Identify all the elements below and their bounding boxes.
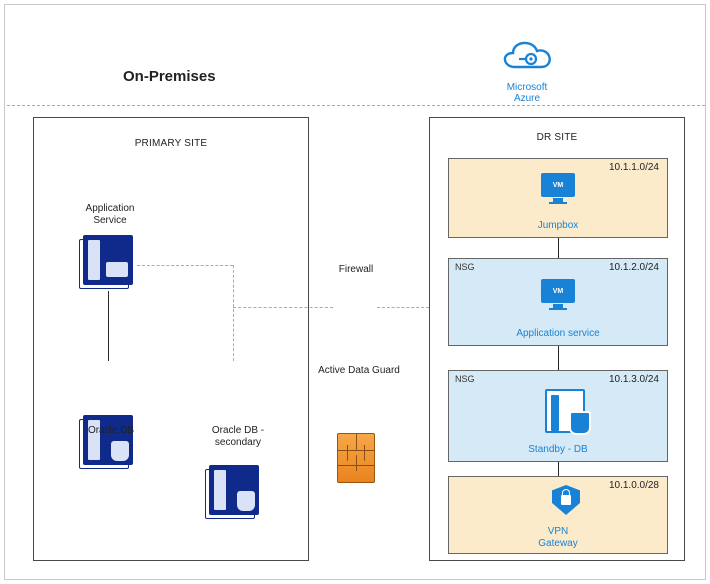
vpn-cidr: 10.1.0.0/28	[609, 480, 659, 491]
azure-label: Microsoft Azure	[495, 82, 559, 104]
edge-firewall-to-dr	[377, 307, 429, 308]
oracle-db-secondary-icon	[209, 465, 259, 515]
region-divider	[7, 105, 705, 106]
oracle-db-label: Oracle DB	[71, 425, 151, 437]
subnet-jumpbox: 10.1.1.0/24 VM Jumpbox	[448, 158, 668, 238]
oracle-db-icon	[83, 415, 133, 465]
app-vm-icon: VM	[541, 279, 575, 309]
edge-app-to-db	[108, 291, 109, 361]
jumpbox-cidr: 10.1.1.0/24	[609, 162, 659, 173]
subnet-vpn: 10.1.0.0/28 VPN Gateway	[448, 476, 668, 554]
standby-db-label: Standby - DB	[449, 444, 667, 456]
standby-cidr: 10.1.3.0/24	[609, 374, 659, 385]
edge-app-to-standby	[558, 346, 559, 370]
edge-app-to-sec-h	[137, 265, 233, 266]
primary-site-title: PRIMARY SITE	[34, 138, 308, 149]
app-service-az-label: Application service	[449, 328, 667, 340]
subnet-standby: NSG 10.1.3.0/24 Standby - DB	[448, 370, 668, 462]
firewall-label: Firewall	[326, 264, 386, 276]
subnet-app: NSG 10.1.2.0/24 VM Application service	[448, 258, 668, 346]
dr-site-title: DR SITE	[430, 132, 684, 143]
edge-standby-to-vpn	[558, 462, 559, 476]
standby-nsg: NSG	[455, 374, 475, 384]
vpn-gateway-icon	[549, 485, 583, 519]
app-cidr: 10.1.2.0/24	[609, 262, 659, 273]
app-service-label: Application Service	[69, 203, 151, 227]
edge-jumpbox-to-app	[558, 238, 559, 258]
dr-site-box: DR SITE 10.1.1.0/24 VM Jumpbox NSG 10.1.…	[429, 117, 685, 561]
edge-sec-to-firewall	[233, 307, 333, 308]
edge-app-to-sec-v	[233, 265, 234, 361]
vpn-gateway-label: VPN Gateway	[449, 526, 667, 549]
primary-site-box: PRIMARY SITE	[33, 117, 309, 561]
azure-cloud: Microsoft Azure	[495, 35, 559, 104]
standby-db-icon	[545, 389, 585, 433]
jumpbox-label: Jumpbox	[449, 220, 667, 232]
jumpbox-vm-icon: VM	[541, 173, 575, 203]
firewall-icon	[337, 433, 375, 483]
diagram-canvas: On-Premises Microsoft Azure PRIMARY SITE…	[4, 4, 706, 580]
on-premises-title: On-Premises	[123, 68, 216, 85]
active-data-guard-label: Active Data Guard	[309, 365, 409, 377]
app-nsg: NSG	[455, 262, 475, 272]
app-service-icon	[83, 235, 133, 285]
cloud-icon	[495, 35, 559, 77]
oracle-db-secondary-label: Oracle DB - secondary	[195, 425, 281, 449]
